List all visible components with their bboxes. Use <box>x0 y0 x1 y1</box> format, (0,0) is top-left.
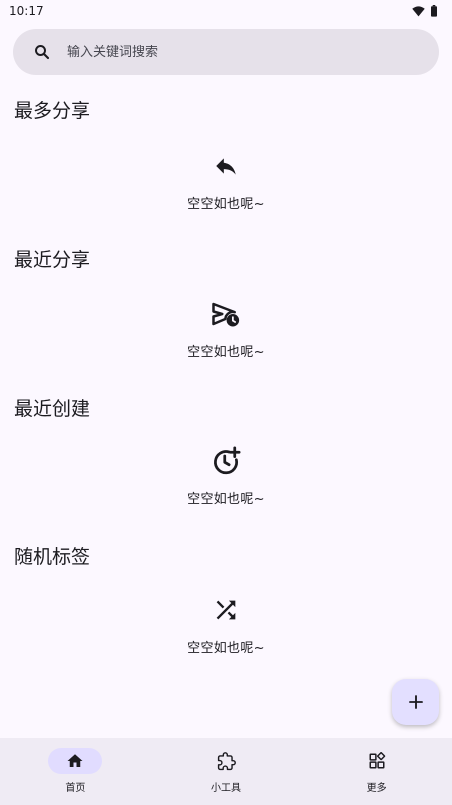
nav-item-more[interactable]: 更多 <box>301 738 452 805</box>
shuffle-icon <box>211 595 241 625</box>
home-icon <box>67 754 83 767</box>
empty-text: 空空如也呢~ <box>187 197 265 212</box>
search-input[interactable] <box>67 44 387 60</box>
empty-state-random-tags: 空空如也呢~ <box>0 595 452 656</box>
nav-pill <box>350 748 404 774</box>
empty-state-recent-created: 空空如也呢~ <box>0 446 452 507</box>
battery-icon <box>431 5 437 17</box>
empty-text: 空空如也呢~ <box>187 641 265 656</box>
nav-item-tools[interactable]: 小工具 <box>151 738 302 805</box>
empty-text: 空空如也呢~ <box>187 492 265 507</box>
empty-text: 空空如也呢~ <box>187 345 265 360</box>
history-add-icon <box>211 446 241 476</box>
nav-pill <box>48 748 103 774</box>
section-title-random-tags: 随机标签 <box>14 546 91 568</box>
nav-pill <box>199 748 253 774</box>
add-button[interactable] <box>392 679 439 725</box>
empty-state-recent-shared: 空空如也呢~ <box>0 299 452 360</box>
wifi-icon <box>412 5 425 16</box>
scheduled-send-icon <box>211 299 241 329</box>
reply-icon <box>211 151 241 181</box>
section-title-most-shared: 最多分享 <box>14 100 91 122</box>
widgets-icon <box>369 752 385 769</box>
nav-item-home[interactable]: 首页 <box>0 738 151 805</box>
search-icon <box>35 45 50 60</box>
section-title-recent-shared: 最近分享 <box>14 249 91 271</box>
bottom-nav: 首页 小工具 更多 <box>0 738 452 805</box>
search-bar[interactable] <box>13 29 439 75</box>
empty-state-most-shared: 空空如也呢~ <box>0 151 452 212</box>
status-bar: 10:17 <box>0 0 452 22</box>
nav-label-tools: 小工具 <box>211 783 241 794</box>
section-title-recent-created: 最近创建 <box>14 398 91 420</box>
puzzle-icon <box>217 751 236 770</box>
status-time: 10:17 <box>9 4 44 18</box>
nav-label-more: 更多 <box>366 783 387 794</box>
status-icons <box>412 5 438 17</box>
add-icon <box>408 695 423 709</box>
nav-label-home: 首页 <box>65 783 86 794</box>
